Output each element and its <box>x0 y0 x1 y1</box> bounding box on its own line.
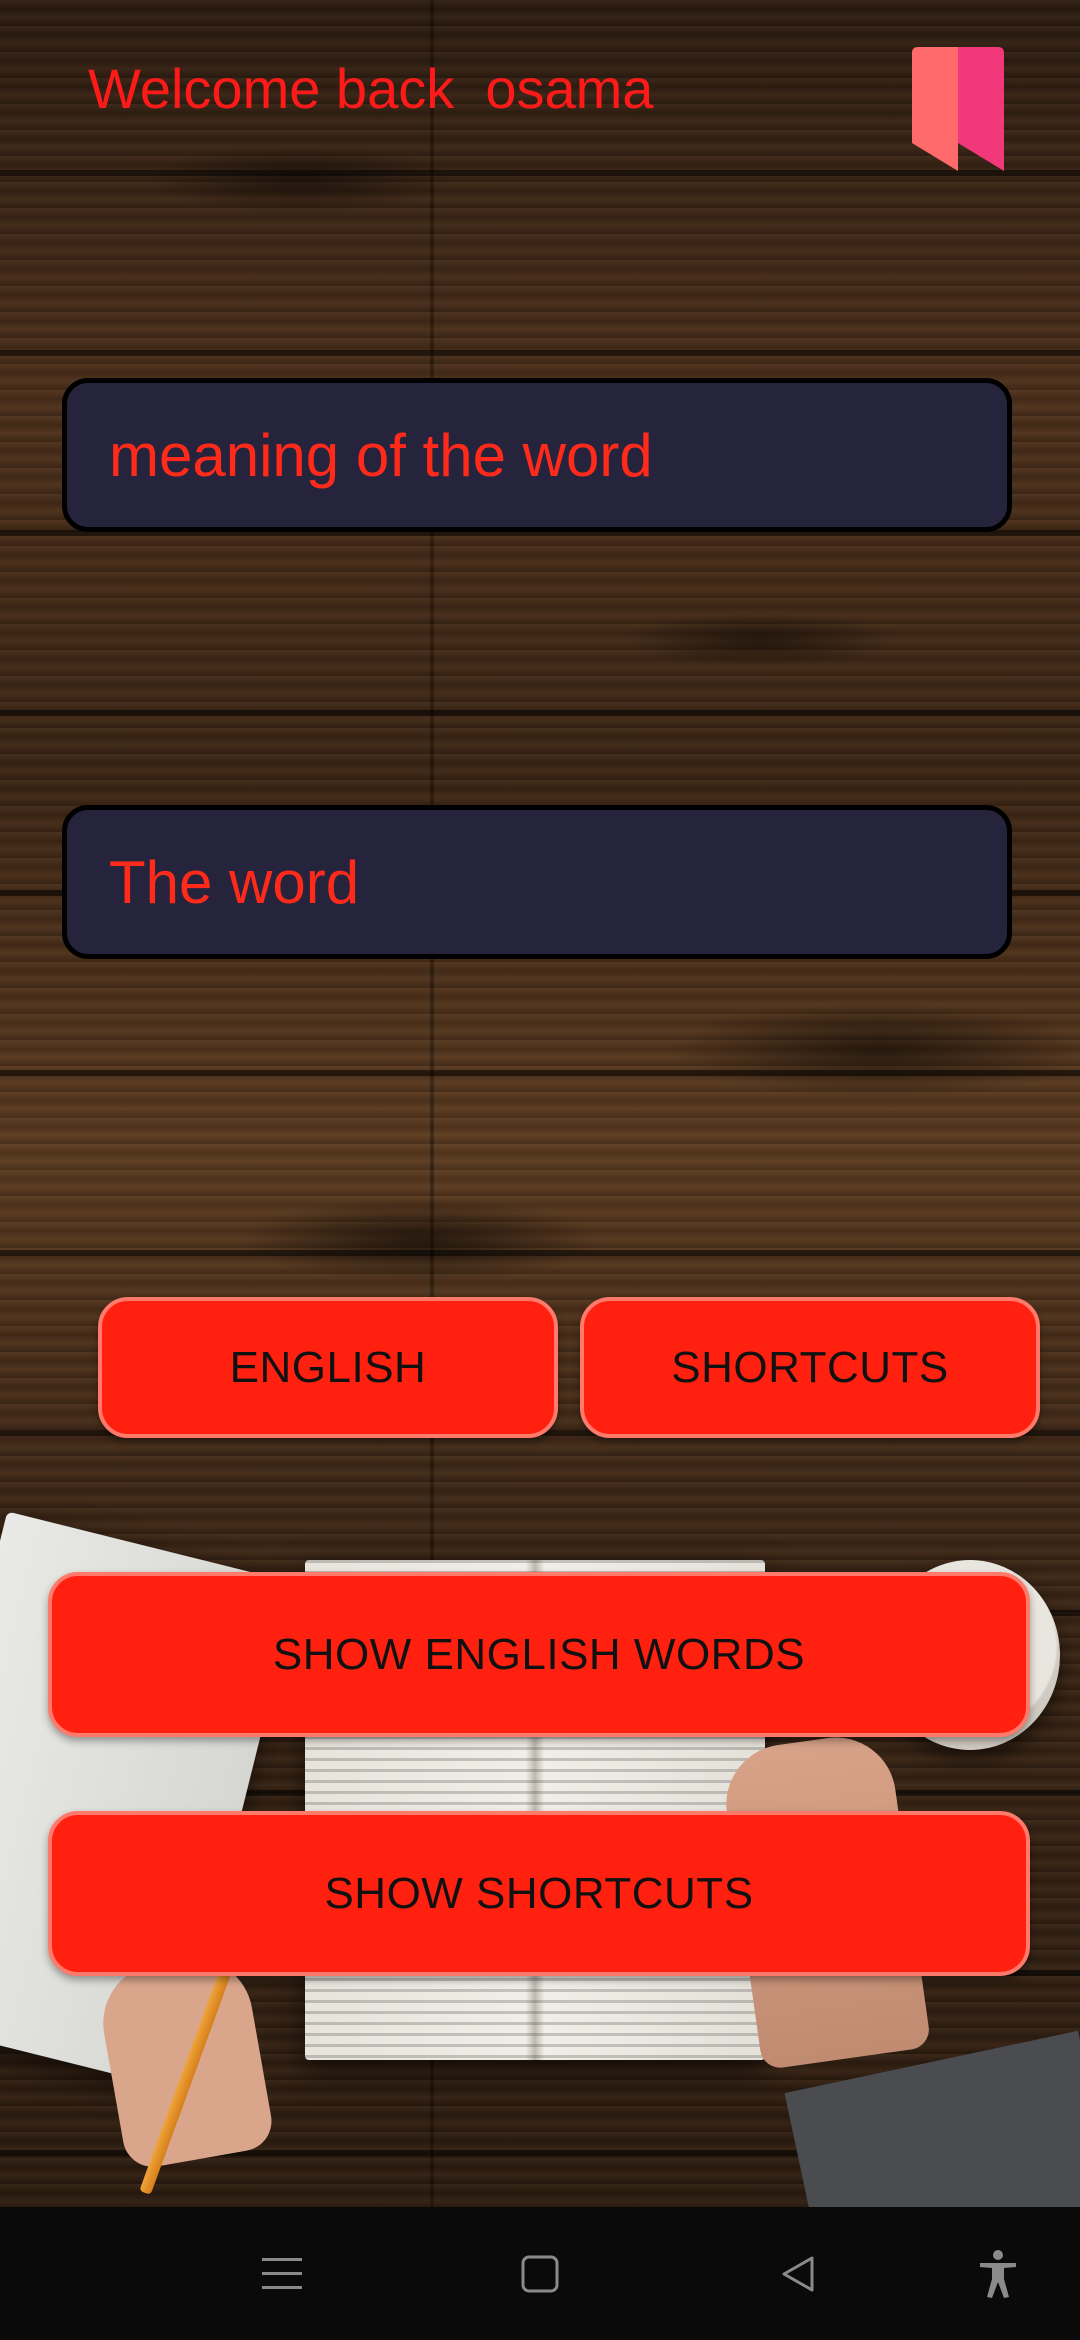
menu-icon <box>262 2257 302 2289</box>
shortcuts-button[interactable]: SHORTCUTS <box>580 1297 1040 1438</box>
meaning-input[interactable] <box>67 383 1007 527</box>
show-english-words-button[interactable]: SHOW ENGLISH WORDS <box>48 1572 1030 1737</box>
bookmark-icon <box>912 47 1004 171</box>
nav-menu-button[interactable] <box>222 2207 342 2340</box>
nav-home-button[interactable] <box>480 2207 600 2340</box>
english-button-label: ENGLISH <box>229 1342 427 1392</box>
welcome-text: Welcome back osama <box>88 57 654 120</box>
meaning-field[interactable] <box>62 378 1012 532</box>
home-icon <box>521 2255 559 2292</box>
show-shortcuts-label: SHOW SHORTCUTS <box>324 1868 754 1918</box>
show-shortcuts-button[interactable]: SHOW SHORTCUTS <box>48 1811 1030 1976</box>
wood-background: Welcome back osama ENGLISH SHORTCUTS SHO… <box>0 0 1080 2207</box>
bookmark-button[interactable] <box>912 47 1004 171</box>
word-input[interactable] <box>67 810 1007 954</box>
left-hand-image <box>93 1948 277 2172</box>
word-field[interactable] <box>62 805 1012 959</box>
english-button[interactable]: ENGLISH <box>98 1297 558 1438</box>
shortcuts-button-label: SHORTCUTS <box>671 1342 949 1392</box>
back-icon <box>782 2256 814 2291</box>
nav-accessibility-button[interactable] <box>938 2207 1058 2340</box>
show-english-words-label: SHOW ENGLISH WORDS <box>272 1629 806 1679</box>
system-navigation-bar <box>0 2207 1080 2340</box>
accessibility-icon <box>980 2249 1016 2298</box>
nav-back-button[interactable] <box>738 2207 858 2340</box>
